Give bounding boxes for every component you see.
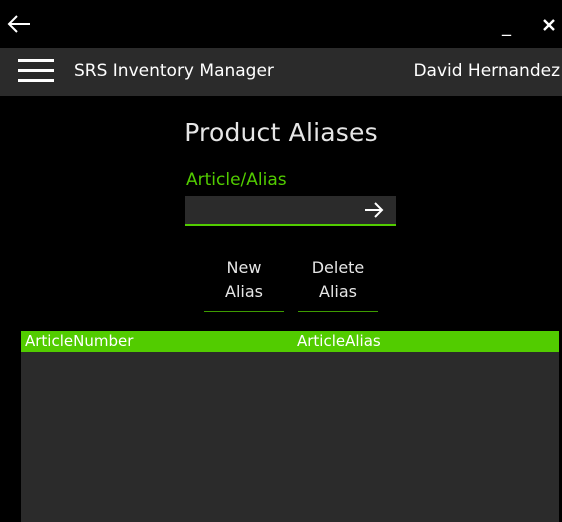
delete-alias-button[interactable]: Delete Alias <box>298 256 378 312</box>
search-input[interactable] <box>189 199 353 223</box>
user-name[interactable]: David Hernandez <box>413 61 560 81</box>
column-header-article-number[interactable]: ArticleNumber <box>25 332 133 350</box>
new-alias-label: New Alias <box>225 258 263 301</box>
close-button[interactable] <box>538 14 560 36</box>
menu-button[interactable] <box>18 56 54 86</box>
arrow-right-icon <box>365 202 384 218</box>
new-alias-button[interactable]: New Alias <box>204 256 284 312</box>
minimize-label: _ <box>502 16 511 37</box>
app-bar: SRS Inventory Manager David Hernandez <box>0 48 562 96</box>
column-header-article-alias[interactable]: ArticleAlias <box>297 332 381 350</box>
search-label: Article/Alias <box>186 170 287 190</box>
alias-grid[interactable]: ArticleNumber ArticleAlias <box>21 331 559 522</box>
search-field <box>185 196 396 226</box>
minimize-button[interactable]: _ <box>496 14 518 37</box>
app-title: SRS Inventory Manager <box>74 61 274 81</box>
hamburger-icon <box>18 56 54 86</box>
title-bar: _ <box>0 0 562 48</box>
arrow-left-icon <box>7 15 30 33</box>
back-button[interactable] <box>6 11 32 37</box>
delete-alias-label: Delete Alias <box>311 258 365 301</box>
close-icon <box>543 19 555 31</box>
search-go-button[interactable] <box>361 198 387 222</box>
page-title: Product Aliases <box>184 118 378 147</box>
grid-header: ArticleNumber ArticleAlias <box>21 331 559 352</box>
app-window: _ SRS Inventory Manager David Hernandez … <box>0 0 562 522</box>
